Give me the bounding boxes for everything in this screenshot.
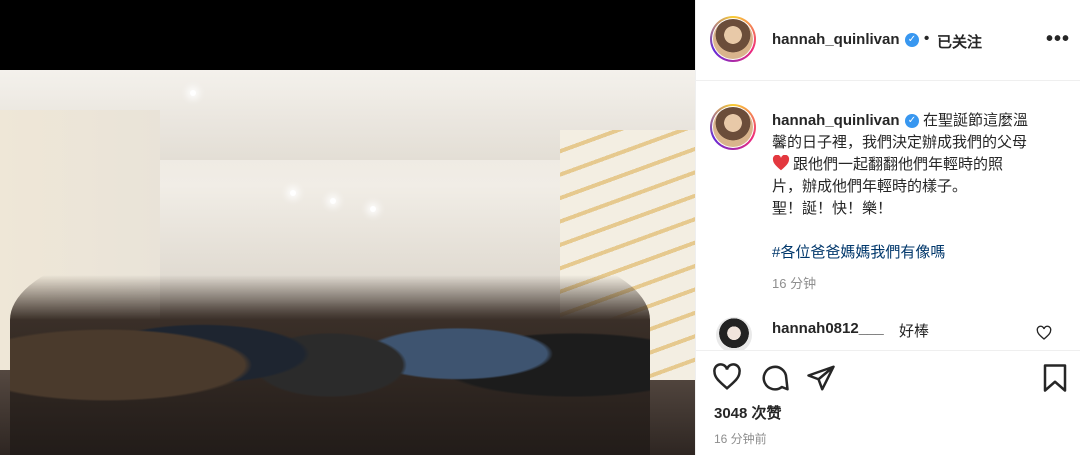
comment-like-icon[interactable] [1036,325,1052,341]
post-media[interactable] [0,0,695,455]
caption-line: 在聖誕節這麼溫 [923,112,1029,129]
caption-line: 聖！誕！快！樂！ [772,200,893,217]
post-caption: 在聖誕節這麼溫 馨的日子裡，我們決定辦成我們的父母 跟他們一起翻翻他們年輕時的照… [772,110,1062,264]
post-header: hannah_quinlivan ✓ • 已关注 ••• [696,0,1080,81]
author-username[interactable]: hannah_quinlivan [772,31,900,48]
more-icon[interactable]: ••• [1046,28,1070,51]
hashtag-link[interactable]: #各位爸爸媽媽我們有像嗎 [772,242,1062,264]
post-sidebar: hannah_quinlivan ✓ • 已关注 ••• hannah_quin… [695,0,1080,456]
share-icon[interactable] [806,363,836,393]
comment-username[interactable]: hannah0812___ [772,320,884,337]
caption-line: 跟他們一起翻翻他們年輕時的照 [772,154,1062,176]
comment-text: 好棒 [899,323,930,340]
author-avatar[interactable] [710,16,756,62]
separator: • [924,30,930,47]
caption-line: 片，辦成他們年輕時的樣子。 [772,178,968,195]
commenter-avatar[interactable] [716,317,752,353]
follow-status-button[interactable]: 已关注 [937,31,982,52]
group-photo [0,70,695,455]
comment-icon[interactable] [760,363,790,393]
caption-avatar[interactable] [710,104,756,150]
save-icon[interactable] [1042,363,1068,393]
post-date: 16 分钟前 [714,432,767,446]
caption-line: 馨的日子裡，我們決定辦成我們的父母 [772,134,1028,151]
heart-emoji-icon [772,154,790,171]
like-icon[interactable] [712,363,742,391]
like-count[interactable]: 3048 次赞 [714,402,782,423]
verified-icon: ✓ [905,33,919,47]
caption-time: 16 分钟 [772,276,817,291]
